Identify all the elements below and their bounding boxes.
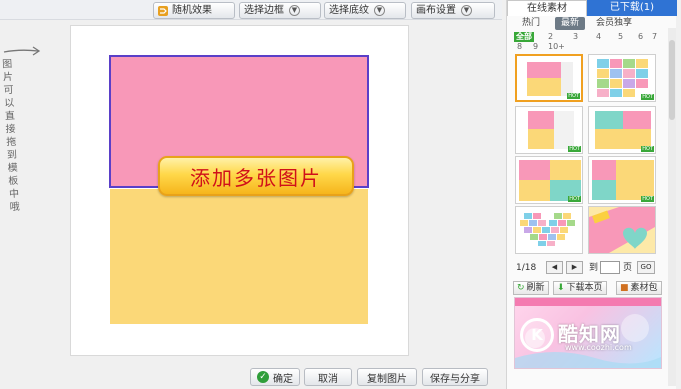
confirm-label: 确定 (273, 373, 293, 385)
material-pack-icon: ■ (620, 283, 629, 293)
save-share-label: 保存与分享 (430, 373, 480, 385)
select-border-label: 选择边框 (244, 5, 284, 16)
refresh-label: 刷新 (526, 283, 545, 293)
save-share-button[interactable]: 保存与分享 (422, 368, 488, 386)
prev-page-button[interactable]: ◀ (546, 261, 563, 274)
download-page-button[interactable]: ⬇ 下载本页 (553, 281, 607, 295)
select-background-dropdown[interactable]: 选择底纹 ▼ (324, 2, 406, 19)
subtab-member[interactable]: 会员独享 (589, 17, 639, 30)
subtab-latest-label: 最新 (560, 18, 579, 28)
chevron-down-icon: ▼ (461, 5, 472, 16)
tab-online-materials[interactable]: 在线素材 (507, 0, 587, 16)
tab-online-label: 在线素材 (527, 3, 567, 14)
watermark-logo-icon: K (520, 318, 554, 352)
download-page-label: 下载本页 (566, 283, 603, 293)
thumb-tag: HOT (641, 146, 654, 152)
count-filter-3[interactable]: 3 (573, 32, 578, 42)
tab-downloaded-label: 已下载(1) (609, 2, 655, 13)
go-label: GO (640, 263, 652, 271)
copy-image-label: 复制图片 (367, 373, 407, 385)
subtab-hot-label: 热门 (521, 18, 540, 28)
photo-slot-bottom[interactable] (110, 189, 368, 324)
count-filter-9[interactable]: 9 (533, 42, 538, 52)
chevron-down-icon: ▼ (374, 5, 385, 16)
count-filter-6[interactable]: 6 (638, 32, 643, 42)
page-unit-label: 页 (623, 263, 633, 273)
chevron-down-icon: ▼ (289, 5, 300, 16)
template-thumb-3[interactable]: HOT (515, 106, 583, 154)
add-photos-label: 添加多张图片 (190, 165, 322, 190)
subtab-latest[interactable]: 最新 (555, 17, 585, 30)
count-filter-all[interactable]: 全部 (514, 32, 534, 42)
select-border-dropdown[interactable]: 选择边框 ▼ (239, 2, 321, 19)
material-pack-button[interactable]: ■ 素材包 (616, 281, 662, 295)
heart-mosaic-icon (520, 213, 575, 246)
count-filter-10plus[interactable]: 10+ (548, 42, 565, 52)
count-filter-2[interactable]: 2 (548, 32, 553, 42)
shuffle-icon (158, 5, 168, 16)
subtab-member-label: 会员独享 (595, 18, 632, 28)
count-filter-4[interactable]: 4 (596, 32, 601, 42)
watermark-logo-letter: K (531, 326, 543, 344)
random-effect-button[interactable]: 随机效果 (153, 2, 235, 19)
template-thumb-4[interactable]: HOT (588, 106, 656, 154)
confirm-button[interactable]: ✓ 确定 (250, 368, 300, 386)
drag-hint-text: 图片可以直接拖到模板中哦 (1, 58, 21, 214)
thumb-tag: HOT (568, 146, 581, 152)
template-thumb-2[interactable]: HOT (588, 54, 656, 102)
watermark-url: www.coozhi.com (565, 343, 632, 352)
material-pack-label: 素材包 (630, 283, 658, 293)
refresh-icon: ↻ (517, 283, 525, 293)
go-button[interactable]: GO (637, 261, 655, 274)
select-background-label: 选择底纹 (329, 5, 369, 16)
template-thumb-7[interactable] (515, 206, 583, 254)
check-icon: ✓ (257, 371, 269, 383)
template-thumb-6[interactable]: HOT (588, 156, 656, 204)
thumb-tag: HOT (568, 196, 581, 202)
copy-image-button[interactable]: 复制图片 (357, 368, 417, 386)
love-frame-icon (589, 207, 655, 253)
template-thumb-8[interactable] (588, 206, 656, 254)
template-thumb-5[interactable]: HOT (515, 156, 583, 204)
cancel-label: 取消 (318, 373, 338, 385)
thumb-tag: HOT (641, 94, 654, 100)
subtab-hot[interactable]: 热门 (513, 17, 549, 30)
thumb-tag: HOT (567, 93, 580, 99)
page-number-input[interactable] (600, 261, 620, 274)
panel-scrollbar-thumb[interactable] (669, 40, 675, 120)
thumb-tag: HOT (641, 196, 654, 202)
top-toolbar: 随机效果 选择边框 ▼ 选择底纹 ▼ 画布设置 ▼ (0, 0, 502, 20)
canvas-settings-dropdown[interactable]: 画布设置 ▼ (411, 2, 495, 19)
refresh-button[interactable]: ↻ 刷新 (513, 281, 549, 295)
add-photos-button[interactable]: 添加多张图片 (158, 156, 354, 196)
canvas-settings-label: 画布设置 (416, 5, 456, 16)
arrow-icon (3, 46, 41, 56)
tab-downloaded[interactable]: 已下载(1) (587, 0, 677, 16)
count-filter-5[interactable]: 5 (618, 32, 623, 42)
template-thumb-1[interactable]: HOT (515, 54, 583, 102)
next-page-button[interactable]: ▶ (566, 261, 583, 274)
page-indicator: 1/18 (516, 263, 537, 273)
count-filter-8[interactable]: 8 (517, 42, 522, 52)
count-filter-7[interactable]: 7 (652, 32, 657, 42)
cancel-button[interactable]: 取消 (304, 368, 352, 386)
random-effect-label: 随机效果 (172, 5, 212, 16)
goto-label: 到 (589, 263, 599, 273)
download-icon: ⬇ (557, 283, 565, 293)
